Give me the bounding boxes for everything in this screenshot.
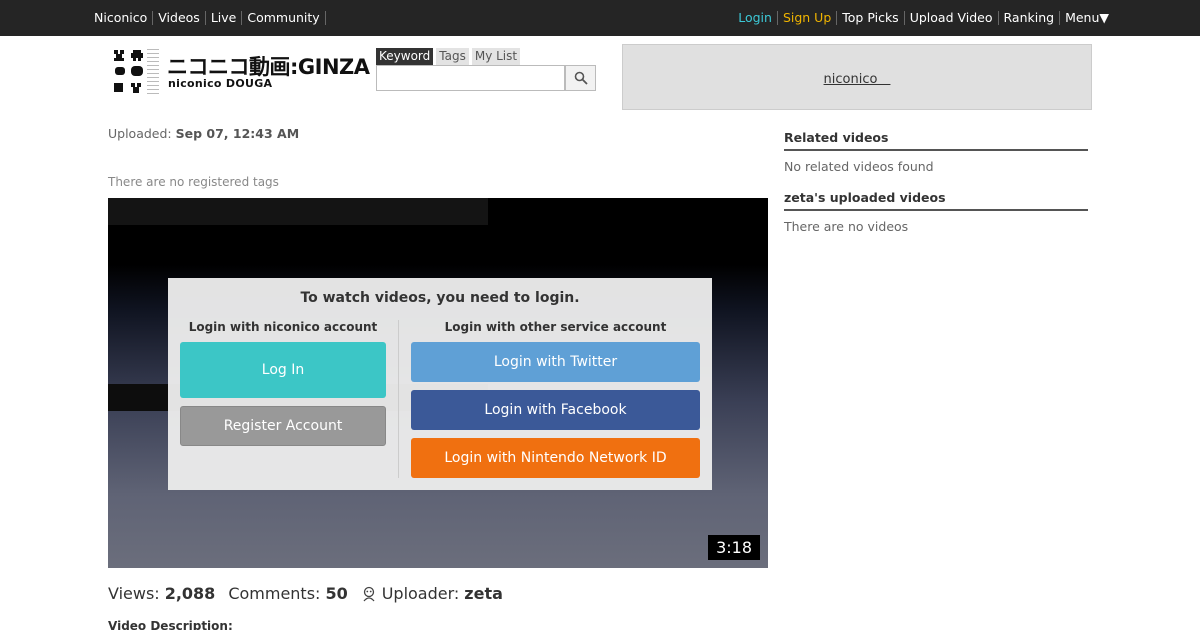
other-service-login-heading: Login with other service account: [444, 320, 667, 334]
niconico-login-heading: Login with niconico account: [188, 320, 378, 334]
ad-link[interactable]: niconico: [824, 68, 891, 87]
upload-date: Uploaded: Sep 07, 12:43 AM: [108, 126, 299, 141]
player-shade-top: [108, 198, 488, 225]
video-duration-badge: 3:18: [708, 535, 760, 560]
tab-my-list[interactable]: My List: [471, 48, 521, 65]
views-label: Views:: [108, 584, 160, 603]
nav-signup-link[interactable]: Sign Up: [778, 11, 838, 25]
tab-tags[interactable]: Tags: [436, 48, 469, 65]
nav-ranking-link[interactable]: Ranking: [999, 11, 1061, 25]
upload-date-label: Uploaded:: [108, 126, 172, 141]
video-description-label: Video Description:: [108, 619, 233, 630]
nav-videos-link[interactable]: Videos: [153, 11, 206, 25]
top-nav-left: Niconico Videos Live Community: [94, 0, 326, 36]
nav-upload-video-link[interactable]: Upload Video: [905, 11, 999, 25]
comments-label: Comments:: [228, 584, 321, 603]
login-facebook-button[interactable]: Login with Facebook: [411, 390, 700, 430]
related-videos-empty-note: No related videos found: [784, 159, 934, 174]
uploader-name[interactable]: zeta: [464, 584, 503, 603]
search-icon: [574, 71, 588, 85]
register-account-button[interactable]: Register Account: [180, 406, 386, 446]
nav-top-picks-link[interactable]: Top Picks: [837, 11, 905, 25]
related-videos-heading: Related videos: [784, 130, 1088, 151]
upload-date-value: Sep 07, 12:43 AM: [175, 126, 300, 141]
video-stats: Views: 2,088 Comments: 50 Uploader: zeta: [108, 584, 516, 603]
login-nintendo-button[interactable]: Login with Nintendo Network ID: [411, 438, 700, 478]
tags-empty-note: There are no registered tags: [108, 175, 279, 189]
top-navigation-bar: Niconico Videos Live Community Login Sig…: [0, 0, 1200, 36]
nav-live-link[interactable]: Live: [206, 11, 243, 25]
related-videos-section: Related videos No related videos found: [784, 130, 1088, 174]
uploader-icon: [361, 586, 377, 602]
uploader-videos-empty-note: There are no videos: [784, 219, 909, 234]
uploader-videos-heading: zeta's uploaded videos: [784, 190, 1088, 211]
login-button[interactable]: Log In: [180, 342, 386, 398]
login-column-divider: [398, 320, 399, 478]
uploader-label: Uploader:: [381, 584, 460, 603]
login-required-dialog: To watch videos, you need to login. Logi…: [168, 278, 712, 490]
nav-login-link[interactable]: Login: [738, 11, 778, 25]
top-nav-right: Login Sign Up Top Picks Upload Video Ran…: [738, 0, 1109, 36]
advertisement-banner[interactable]: niconico: [622, 44, 1092, 110]
nav-niconico-link[interactable]: Niconico: [94, 11, 154, 25]
login-required-title: To watch videos, you need to login.: [300, 290, 580, 306]
tab-keyword[interactable]: Keyword: [376, 48, 434, 65]
comments-count: 50: [325, 584, 348, 603]
nav-menu-dropdown[interactable]: Menu▼: [1060, 11, 1109, 25]
uploader-videos-section: zeta's uploaded videos There are no vide…: [784, 190, 1088, 234]
views-count: 2,088: [164, 584, 216, 603]
site-logo[interactable]: ニコニコ動画:GINZA niconico DOUGA: [111, 47, 370, 97]
logo-subtitle: niconico DOUGA: [168, 77, 273, 90]
search-button[interactable]: [565, 65, 596, 91]
login-twitter-button[interactable]: Login with Twitter: [411, 342, 700, 382]
search-type-tabs: Keyword Tags My List: [376, 48, 521, 65]
search-input[interactable]: [376, 65, 565, 91]
nav-community-link[interactable]: Community: [242, 11, 326, 25]
pixel-characters-logo-icon: [111, 47, 161, 97]
